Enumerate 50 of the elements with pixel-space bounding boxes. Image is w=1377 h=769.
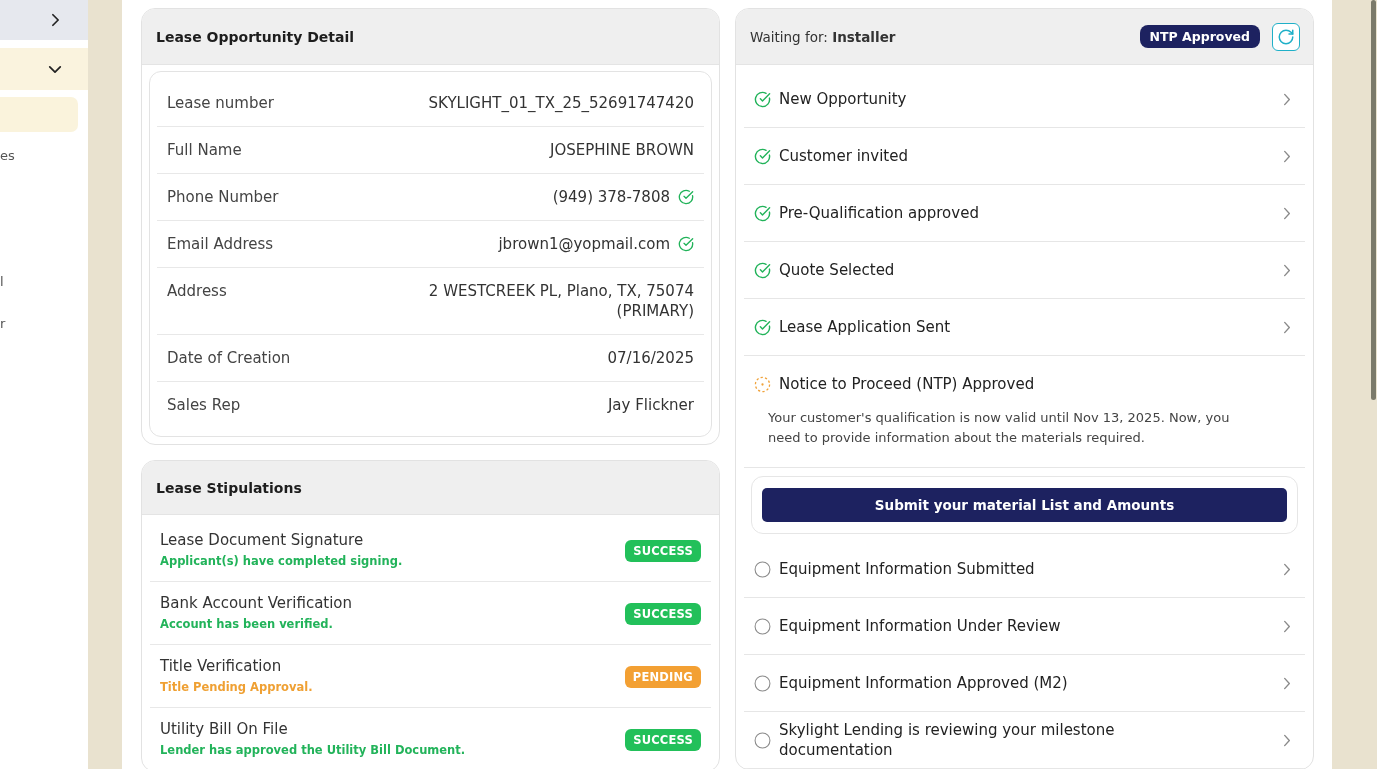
- step-label[interactable]: Equipment Information Submitted: [779, 559, 1164, 579]
- status-badge: SUCCESS: [625, 539, 701, 562]
- card-title: Lease Opportunity Detail: [156, 28, 354, 45]
- stipulation-note: Title Pending Approval.: [160, 679, 313, 696]
- scrollbar[interactable]: [1371, 0, 1376, 400]
- status-badge: SUCCESS: [625, 728, 701, 751]
- card-title: Lease Stipulations: [156, 479, 302, 496]
- step-label[interactable]: Skylight Lending is reviewing your milestone documentation: [779, 720, 1164, 760]
- stipulation-title: Bank Account Verification: [160, 593, 353, 614]
- stipulation-title: Lease Document Signature: [160, 530, 365, 551]
- step-label[interactable]: New Opportunity: [779, 89, 1164, 109]
- status-badge: NTP Approved: [1139, 25, 1260, 48]
- field-label: Address: [167, 281, 227, 301]
- field-value: jbrown1@yopmail.com: [498, 234, 670, 254]
- sidebar-item[interactable]: r: [0, 303, 6, 345]
- step-label[interactable]: Quote Selected: [779, 260, 1164, 280]
- field-value: 07/16/2025: [607, 348, 694, 368]
- step-label[interactable]: Equipment Information Approved (M2): [779, 673, 1164, 693]
- stipulation-note: Lender has approved the Utility Bill Document.: [160, 742, 466, 759]
- field-value: 2 WESTCREEK PL, Plano, TX, 75074 (PRIMARY): [427, 281, 694, 321]
- field-value: SKYLIGHT_01_TX_25_52691747420: [428, 93, 694, 113]
- refresh-button[interactable]: [1272, 22, 1300, 51]
- field-label: Sales Rep: [167, 395, 241, 415]
- sidebar-item[interactable]: es: [0, 135, 15, 177]
- stipulation-note: Applicant(s) have completed signing.: [160, 553, 403, 570]
- field-value: Jay Flickner: [607, 395, 694, 415]
- field-value: JOSEPHINE BROWN: [549, 140, 694, 160]
- stipulation-title: Utility Bill On File: [160, 719, 289, 740]
- status-badge: PENDING: [624, 665, 701, 688]
- field-label: Lease number: [167, 93, 274, 113]
- chevron-right-icon[interactable]: [51, 13, 60, 27]
- step-label[interactable]: Pre-Qualification approved: [779, 203, 1164, 223]
- step-label[interactable]: Customer invited: [779, 146, 1164, 166]
- status-badge: SUCCESS: [625, 602, 701, 625]
- field-label: Date of Creation: [167, 348, 291, 368]
- field-label: Phone Number: [167, 187, 279, 207]
- field-label: Full Name: [167, 140, 242, 160]
- submit-materials-button[interactable]: Submit your material List and Amounts: [762, 488, 1287, 522]
- field-value: (949) 378-7808: [552, 187, 670, 207]
- step-label[interactable]: Equipment Information Under Review: [779, 616, 1164, 636]
- step-label[interactable]: Lease Application Sent: [779, 317, 1164, 337]
- waiting-for-text: Waiting for: Installer: [750, 28, 896, 45]
- chevron-down-icon[interactable]: [48, 64, 62, 74]
- sidebar-item[interactable]: l: [0, 261, 4, 303]
- refresh-icon: [1277, 27, 1295, 46]
- stipulation-title: Title Verification: [160, 656, 283, 677]
- step-description: Your customer's qualification is now valid until Nov 13, 2025. Now, you need to provide information about the materials required.: [768, 409, 1231, 447]
- stipulation-note: Account has been verified.: [160, 616, 334, 633]
- step-label[interactable]: Notice to Proceed (NTP) Approved: [779, 374, 1164, 394]
- field-label: Email Address: [167, 234, 274, 254]
